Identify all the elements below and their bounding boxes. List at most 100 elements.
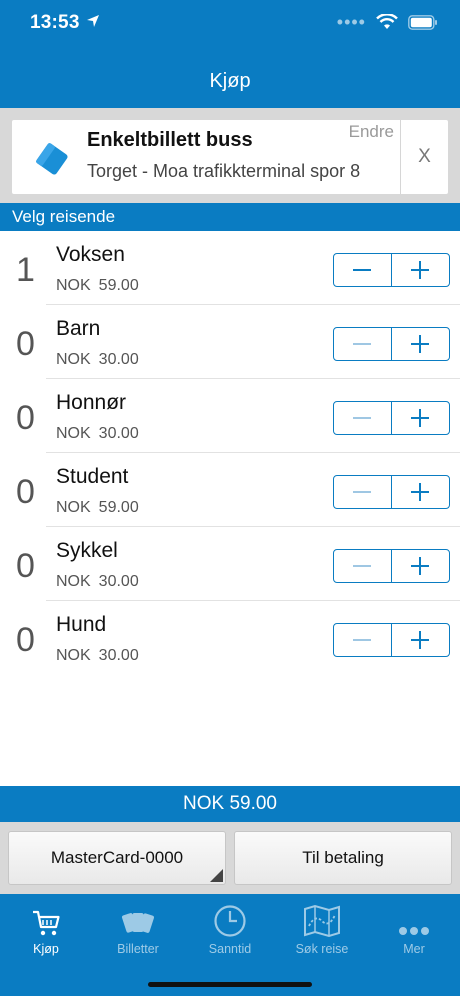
price-value: 30.00 [98, 425, 139, 442]
price-currency: NOK [56, 573, 91, 590]
traveler-count: 0 [16, 473, 35, 511]
traveler-count: 0 [16, 399, 35, 437]
decrement-button[interactable] [334, 550, 392, 582]
price-value: 30.00 [98, 351, 139, 368]
tab-more[interactable]: Mer [368, 902, 460, 956]
increment-button[interactable] [392, 476, 450, 508]
traveler-count: 1 [16, 251, 35, 289]
tab-buy[interactable]: Kjøp [0, 902, 92, 956]
payment-method-button[interactable]: MasterCard-0000 [8, 831, 226, 885]
tab-bar: Kjøp Billetter Sanntid Søk reise Mer [0, 894, 460, 996]
app-header: 13:53 •••• Kjøp [0, 0, 460, 108]
price-currency: NOK [56, 351, 91, 368]
traveler-row: 0 Barn NOK 30.00 [0, 305, 460, 379]
minus-icon [353, 565, 372, 567]
price-currency: NOK [56, 647, 91, 664]
ticket-title: Enkeltbillett buss [87, 129, 253, 151]
tab-label: Sanntid [208, 942, 252, 956]
close-ticket-button[interactable]: X [400, 120, 448, 194]
location-arrow-icon [87, 15, 99, 27]
plus-icon [411, 631, 430, 649]
increment-button[interactable] [392, 550, 450, 582]
tab-label: Søk reise [295, 942, 349, 956]
quantity-stepper [333, 623, 450, 657]
price-value: 59.00 [98, 277, 139, 294]
tab-realtime[interactable]: Sanntid [184, 902, 276, 956]
increment-button[interactable] [392, 624, 450, 656]
minus-icon [353, 343, 372, 345]
home-indicator [148, 982, 312, 987]
traveler-type: Sykkel [56, 539, 118, 562]
traveler-row: 0 Honnør NOK 30.00 [0, 379, 460, 453]
cart-icon [33, 910, 60, 936]
decrement-button[interactable] [334, 476, 392, 508]
tab-tickets[interactable]: Billetter [92, 902, 184, 956]
battery-icon [408, 14, 437, 30]
traveler-row: 0 Sykkel NOK 30.00 [0, 527, 460, 601]
quantity-stepper [333, 327, 450, 361]
traveler-type: Hund [56, 613, 107, 636]
traveler-type: Honnør [56, 391, 127, 414]
minus-icon [353, 269, 372, 271]
price-currency: NOK [56, 499, 91, 516]
more-icon [399, 927, 429, 935]
traveler-type: Student [56, 465, 129, 488]
decrement-button[interactable] [334, 328, 392, 360]
minus-icon [353, 491, 372, 493]
payment-method-label: MasterCard-0000 [50, 848, 184, 867]
total-price: NOK 59.00 [0, 786, 460, 822]
plus-icon [411, 409, 430, 427]
price-currency: NOK [56, 425, 91, 442]
quantity-stepper [333, 549, 450, 583]
increment-button[interactable] [392, 402, 450, 434]
status-time: 13:53 [30, 12, 80, 33]
minus-icon [353, 417, 372, 419]
checkout-label: Til betaling [302, 848, 384, 867]
price-value: 30.00 [98, 573, 139, 590]
ticket-area: Enkeltbillett buss Endre Torget - Moa tr… [0, 108, 460, 203]
quantity-stepper [333, 253, 450, 287]
traveler-row: 1 Voksen NOK 59.00 [0, 231, 460, 305]
tab-label: Billetter [117, 942, 159, 956]
tickets-icon [121, 913, 154, 933]
decrement-button[interactable] [334, 254, 392, 286]
traveler-type: Voksen [56, 243, 125, 266]
traveler-count: 0 [16, 547, 35, 585]
wifi-icon [376, 14, 398, 29]
traveler-row: 0 Student NOK 59.00 [0, 453, 460, 527]
section-header: Velg reisende [0, 203, 460, 231]
plus-icon [411, 261, 430, 279]
quantity-stepper [333, 475, 450, 509]
signal-dots-icon: •••• [336, 12, 366, 32]
plus-icon [411, 483, 430, 501]
quantity-stepper [333, 401, 450, 435]
ticket-icon [36, 143, 68, 175]
minus-icon [353, 639, 372, 641]
price-value: 59.00 [98, 499, 139, 516]
increment-button[interactable] [392, 254, 450, 286]
price-value: 30.00 [98, 647, 139, 664]
decrement-button[interactable] [334, 624, 392, 656]
tab-label: Mer [403, 942, 425, 956]
checkout-button[interactable]: Til betaling [234, 831, 452, 885]
edit-ticket-link[interactable]: Endre [349, 122, 394, 142]
decrement-button[interactable] [334, 402, 392, 434]
page-title: Kjøp [209, 70, 251, 92]
tab-label: Kjøp [33, 942, 59, 956]
ticket-selector[interactable]: Enkeltbillett buss Endre Torget - Moa tr… [12, 120, 400, 194]
ticket-card: Enkeltbillett buss Endre Torget - Moa tr… [12, 120, 448, 194]
traveler-type: Barn [56, 317, 101, 340]
clock-icon [214, 905, 246, 937]
ticket-route: Torget - Moa trafikkterminal spor 8 [87, 161, 361, 181]
traveler-row: 0 Hund NOK 30.00 [0, 601, 460, 675]
map-icon [304, 904, 340, 938]
plus-icon [411, 335, 430, 353]
plus-icon [411, 557, 430, 575]
increment-button[interactable] [392, 328, 450, 360]
dropdown-corner-icon [210, 869, 223, 882]
tab-search-trip[interactable]: Søk reise [276, 902, 368, 956]
traveler-count: 0 [16, 621, 35, 659]
status-indicators: •••• [336, 12, 438, 32]
traveler-count: 0 [16, 325, 35, 363]
traveler-list: 1 Voksen NOK 59.00 0 Barn NOK 30.00 0 Honn… [0, 231, 460, 675]
